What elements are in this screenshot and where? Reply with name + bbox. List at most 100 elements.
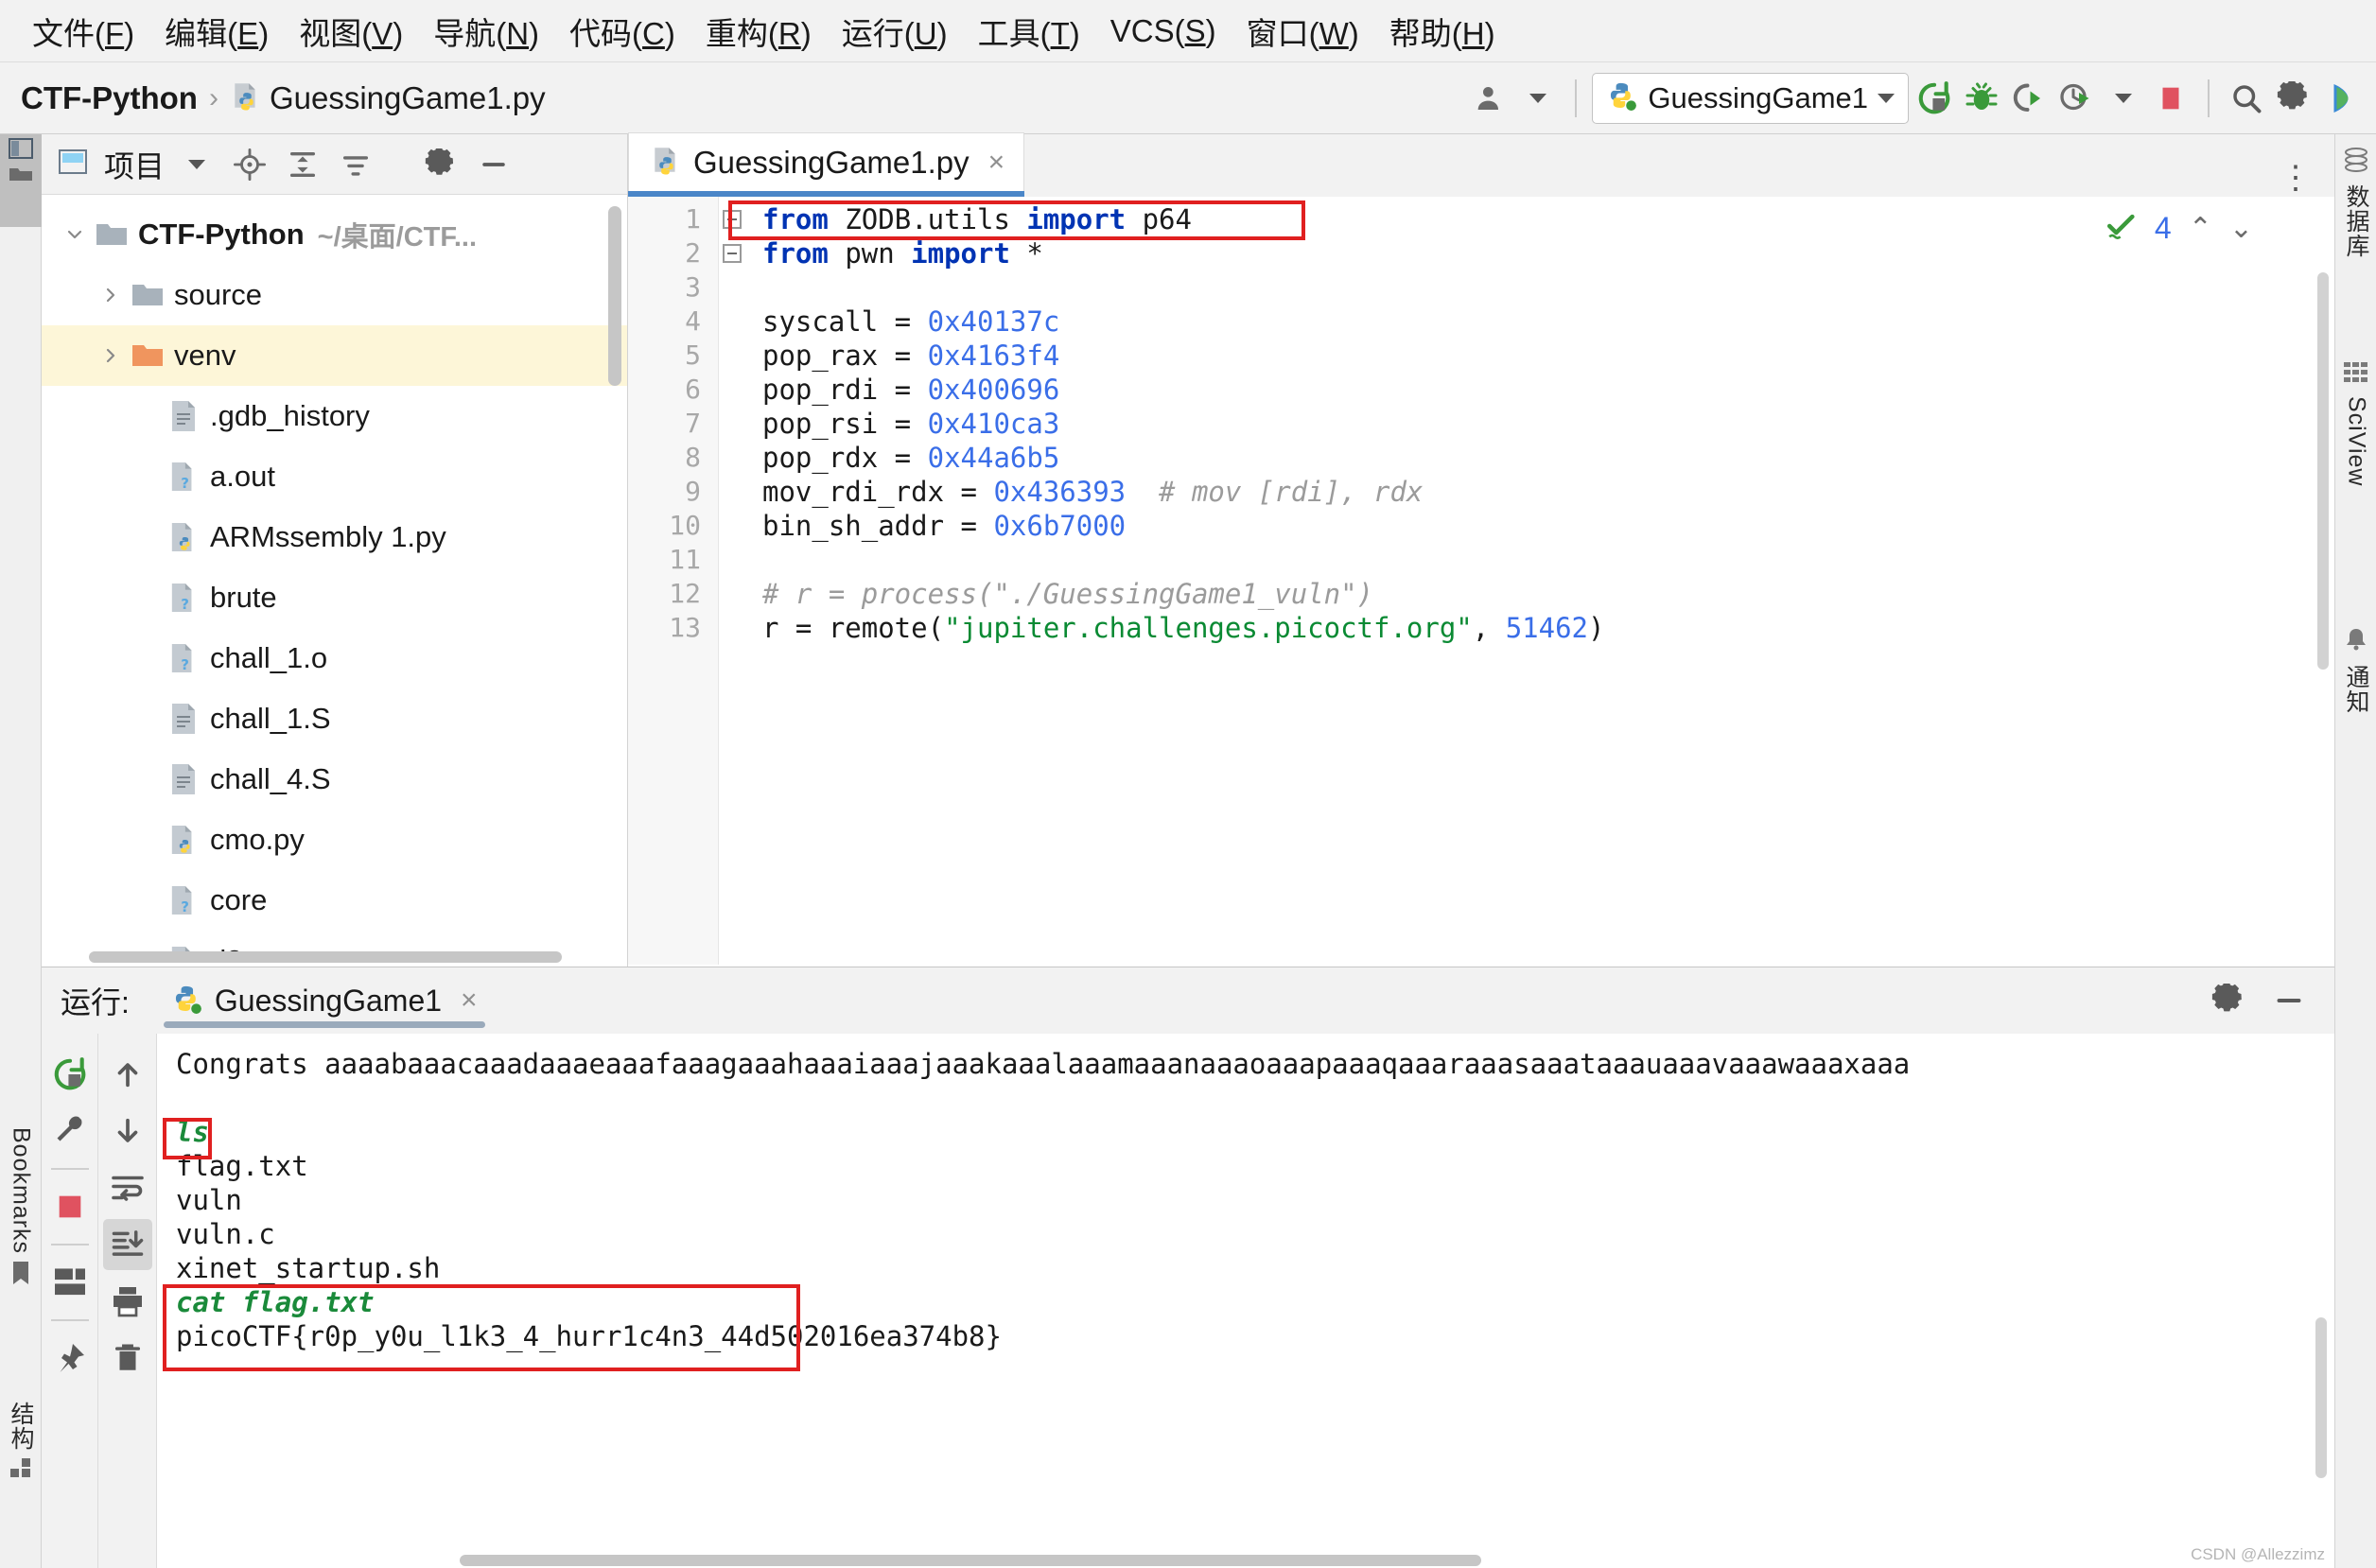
project-tree[interactable]: CTF-Python ~/桌面/CTF... source venv .gdb_hist… — [42, 195, 627, 963]
search-icon[interactable] — [2225, 77, 2268, 120]
code-line[interactable]: from pwn import * — [745, 236, 2334, 270]
scroll-down-icon[interactable] — [103, 1106, 152, 1157]
console-scrollbar-horizontal[interactable] — [460, 1555, 1481, 1566]
clear-all-icon[interactable] — [103, 1333, 152, 1384]
debug-icon[interactable] — [1960, 77, 2003, 120]
collapse-all-icon[interactable] — [282, 144, 323, 185]
tree-item-core[interactable]: ? core — [42, 870, 627, 931]
menu-item-v[interactable]: 视图(V) — [284, 7, 418, 56]
menu-item-f[interactable]: 文件(F) — [17, 7, 149, 56]
chevron-up-icon[interactable]: ⌃ — [2189, 212, 2212, 245]
chevron-down-icon[interactable] — [176, 144, 218, 185]
fold-marker-icon[interactable] — [719, 202, 745, 236]
stop-icon[interactable] — [45, 1181, 95, 1232]
scroll-up-icon[interactable] — [103, 1049, 152, 1100]
editor-options-icon[interactable]: ⋮ — [2280, 159, 2334, 197]
code-content[interactable]: from ZODB.utils import p64 from pwn impor… — [745, 197, 2334, 965]
menu-item-s[interactable]: VCS(S) — [1095, 11, 1232, 51]
breadcrumb-file[interactable]: GuessingGame1.py — [270, 80, 546, 116]
menu-item-c[interactable]: 代码(C) — [554, 7, 690, 56]
sidebar-item-notifications[interactable]: 通知 — [2335, 626, 2376, 714]
run-tab-guessinggame1[interactable]: GuessingGame1 × — [156, 971, 493, 1030]
chevron-right-icon[interactable] — [95, 286, 127, 305]
menu-item-r[interactable]: 重构(R) — [690, 7, 827, 56]
code-line[interactable]: bin_sh_addr = 0x6b7000 — [745, 509, 2334, 543]
menu-item-w[interactable]: 窗口(W) — [1232, 7, 1374, 56]
code-line[interactable]: mov_rdi_rdx = 0x436393 # mov [rdi], rdx — [745, 475, 2334, 509]
sidebar-item-project[interactable] — [0, 134, 42, 227]
tree-item-a-out[interactable]: ? a.out — [42, 446, 627, 507]
profile-run-icon[interactable] — [2054, 77, 2098, 120]
rerun-icon[interactable] — [45, 1049, 95, 1100]
locate-icon[interactable] — [229, 144, 271, 185]
tree-item-armssembly-1-py[interactable]: ARMssembly 1.py — [42, 507, 627, 567]
run-coverage-icon[interactable] — [2007, 77, 2051, 120]
close-icon[interactable]: × — [988, 147, 1005, 179]
expand-icon[interactable] — [335, 144, 376, 185]
code-line[interactable] — [745, 543, 2334, 577]
code-line[interactable]: from ZODB.utils import p64 — [745, 202, 2334, 236]
code-line[interactable]: pop_rdi = 0x400696 — [745, 373, 2334, 407]
run-configuration-selector[interactable]: GuessingGame1 — [1592, 72, 1909, 124]
chevron-down-icon[interactable]: ⌄ — [2229, 212, 2253, 245]
soft-wrap-icon[interactable] — [103, 1162, 152, 1213]
menu-item-t[interactable]: 工具(T) — [963, 7, 1095, 56]
project-scrollbar-horizontal[interactable] — [89, 951, 562, 963]
tree-item-chall-1-o[interactable]: ? chall_1.o — [42, 628, 627, 688]
tab-guessinggame1[interactable]: GuessingGame1.py × — [628, 132, 1025, 191]
tree-item-chall-1-s[interactable]: chall_1.S — [42, 688, 627, 749]
sidebar-item-structure[interactable]: 结构 — [0, 1402, 42, 1486]
code-folding-column[interactable] — [719, 197, 745, 965]
wrench-icon[interactable] — [45, 1106, 95, 1157]
menu-item-e[interactable]: 编辑(E) — [149, 7, 284, 56]
hide-panel-icon[interactable] — [473, 144, 515, 185]
code-line[interactable]: syscall = 0x40137c — [745, 305, 2334, 339]
tree-item-venv[interactable]: venv — [42, 325, 627, 386]
code-line[interactable] — [745, 270, 2334, 305]
breadcrumb-project[interactable]: CTF-Python — [21, 80, 198, 116]
profile-dropdown-icon[interactable] — [1516, 77, 1560, 120]
sidebar-item-bookmarks[interactable]: Bookmarks — [0, 1127, 42, 1291]
tree-item-ctf-python[interactable]: CTF-Python ~/桌面/CTF... — [42, 204, 627, 265]
sidebar-item-sciview[interactable]: SciView — [2335, 361, 2376, 486]
tree-item-brute[interactable]: ? brute — [42, 567, 627, 628]
tree-item-chall-4-s[interactable]: chall_4.S — [42, 749, 627, 810]
run-icon[interactable] — [1913, 77, 1956, 120]
scroll-to-end-icon[interactable] — [102, 1219, 152, 1270]
menu-item-u[interactable]: 运行(U) — [827, 7, 963, 56]
code-line[interactable]: # r = process("./GuessingGame1_vuln") — [745, 577, 2334, 611]
project-scrollbar-vertical[interactable] — [608, 206, 621, 386]
sidebar-item-database[interactable]: 数据库 — [2335, 148, 2376, 258]
code-line[interactable]: pop_rsi = 0x410ca3 — [745, 407, 2334, 441]
settings-icon[interactable] — [420, 144, 462, 185]
chevron-down-icon[interactable] — [1878, 93, 1895, 103]
editor-scrollbar-vertical[interactable] — [2317, 272, 2329, 670]
profile-run-dropdown-icon[interactable] — [2102, 77, 2145, 120]
console-scrollbar-vertical[interactable] — [2315, 1317, 2327, 1478]
editor-area: GuessingGame1.py × ⋮ 1 2 3 4 5 6 7 8 9 10 11 12 13 f… — [628, 132, 2334, 967]
updates-icon[interactable] — [2319, 77, 2363, 120]
chevron-right-icon[interactable] — [95, 346, 127, 365]
console-output[interactable]: Congrats aaaabaaacaaadaaaeaaafaaagaaahaa… — [157, 1034, 2334, 1568]
menu-item-h[interactable]: 帮助(H) — [1374, 7, 1511, 56]
code-line[interactable]: pop_rax = 0x4163f4 — [745, 339, 2334, 373]
code-line[interactable]: pop_rdx = 0x44a6b5 — [745, 441, 2334, 475]
hide-panel-icon[interactable] — [2268, 980, 2310, 1021]
stop-icon[interactable] — [2149, 77, 2193, 120]
settings-icon[interactable] — [2272, 77, 2315, 120]
code-editor[interactable]: 1 2 3 4 5 6 7 8 9 10 11 12 13 from ZODB.utils import… — [628, 197, 2334, 965]
tree-item--gdb-history[interactable]: .gdb_history — [42, 386, 627, 446]
settings-icon[interactable] — [2208, 980, 2249, 1021]
tree-item-cmo-py[interactable]: cmo.py — [42, 810, 627, 870]
fold-marker-icon[interactable] — [719, 236, 745, 270]
pin-icon[interactable] — [45, 1333, 95, 1384]
profile-icon[interactable] — [1469, 77, 1512, 120]
menu-item-n[interactable]: 导航(N) — [418, 7, 554, 56]
print-icon[interactable] — [103, 1276, 152, 1327]
chevron-down-icon[interactable] — [59, 225, 91, 244]
layout-icon[interactable] — [45, 1257, 95, 1308]
code-line[interactable]: r = remote("jupiter.challenges.picoctf.o… — [745, 611, 2334, 645]
close-icon[interactable]: × — [461, 984, 478, 1017]
tree-item-source[interactable]: source — [42, 265, 627, 325]
inspection-widget[interactable]: 4 ⌃ ⌄ — [2105, 210, 2253, 247]
